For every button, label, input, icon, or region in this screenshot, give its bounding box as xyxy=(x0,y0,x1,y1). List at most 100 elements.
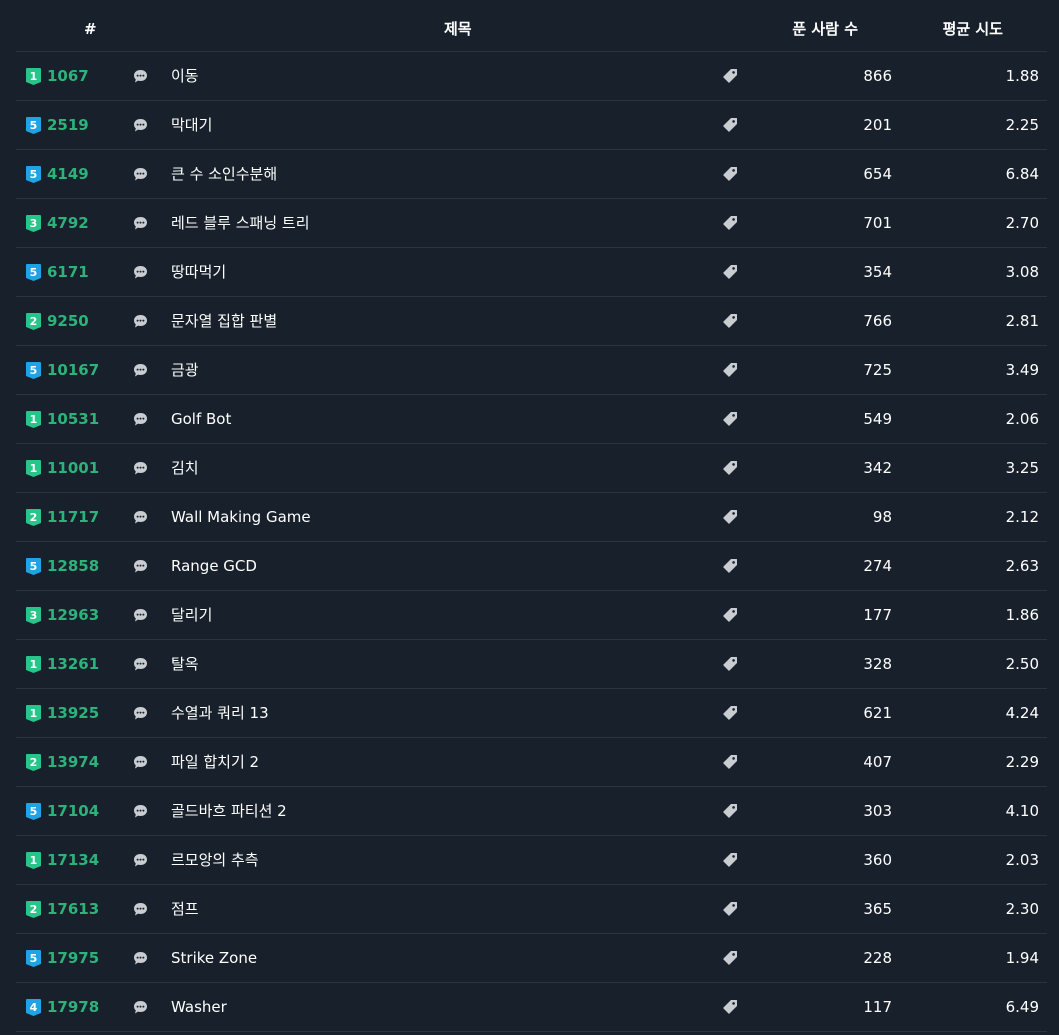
speech-bubble-icon[interactable] xyxy=(133,951,148,966)
solved-count-link[interactable]: 303 xyxy=(863,801,892,821)
problem-id-link[interactable]: 12963 xyxy=(47,605,99,625)
speech-bubble-icon[interactable] xyxy=(133,118,148,133)
solved-count-link[interactable]: 274 xyxy=(863,556,892,576)
tag-icon[interactable] xyxy=(722,313,738,329)
solved-count-link[interactable]: 725 xyxy=(863,360,892,380)
problem-title-link[interactable]: Range GCD xyxy=(171,556,257,576)
solved-count-link[interactable]: 621 xyxy=(863,703,892,723)
tag-icon[interactable] xyxy=(722,411,738,427)
header-solved-count[interactable]: 푼 사람 수 xyxy=(792,19,858,39)
tag-icon[interactable] xyxy=(722,117,738,133)
problem-id-link[interactable]: 17975 xyxy=(47,948,99,968)
solved-count-link[interactable]: 201 xyxy=(863,115,892,135)
problem-id-link[interactable]: 13261 xyxy=(47,654,99,674)
speech-bubble-icon[interactable] xyxy=(133,510,148,525)
tag-icon[interactable] xyxy=(722,460,738,476)
solved-count-link[interactable]: 117 xyxy=(863,997,892,1017)
problem-title-link[interactable]: 골드바흐 파티션 2 xyxy=(171,801,287,821)
speech-bubble-icon[interactable] xyxy=(133,657,148,672)
solved-count-link[interactable]: 177 xyxy=(863,605,892,625)
problem-id-link[interactable]: 4149 xyxy=(47,164,89,184)
speech-bubble-icon[interactable] xyxy=(133,412,148,427)
problem-title-link[interactable]: 큰 수 소인수분해 xyxy=(171,164,277,184)
tag-icon[interactable] xyxy=(722,950,738,966)
problem-title-link[interactable]: Wall Making Game xyxy=(171,507,311,527)
header-number[interactable]: # xyxy=(84,19,97,39)
problem-title-link[interactable]: 파일 합치기 2 xyxy=(171,752,259,772)
tag-icon[interactable] xyxy=(722,656,738,672)
problem-id-link[interactable]: 10531 xyxy=(47,409,99,429)
solved-count-link[interactable]: 98 xyxy=(873,507,892,527)
problem-id-link[interactable]: 17613 xyxy=(47,899,99,919)
solved-count-link[interactable]: 701 xyxy=(863,213,892,233)
header-title[interactable]: 제목 xyxy=(444,19,472,39)
tag-icon[interactable] xyxy=(722,166,738,182)
problem-title-link[interactable]: 막대기 xyxy=(171,115,212,135)
solved-count-link[interactable]: 766 xyxy=(863,311,892,331)
speech-bubble-icon[interactable] xyxy=(133,706,148,721)
speech-bubble-icon[interactable] xyxy=(133,853,148,868)
tag-icon[interactable] xyxy=(722,852,738,868)
solved-count-link[interactable]: 365 xyxy=(863,899,892,919)
problem-title-link[interactable]: 문자열 집합 판별 xyxy=(171,311,277,331)
problem-id-link[interactable]: 17978 xyxy=(47,997,99,1017)
tag-icon[interactable] xyxy=(722,362,738,378)
problem-title-link[interactable]: Strike Zone xyxy=(171,948,257,968)
solved-count-link[interactable]: 654 xyxy=(863,164,892,184)
problem-id-link[interactable]: 13925 xyxy=(47,703,99,723)
tag-icon[interactable] xyxy=(722,607,738,623)
problem-id-link[interactable]: 13974 xyxy=(47,752,99,772)
speech-bubble-icon[interactable] xyxy=(133,69,148,84)
tag-icon[interactable] xyxy=(722,901,738,917)
solved-count-link[interactable]: 549 xyxy=(863,409,892,429)
speech-bubble-icon[interactable] xyxy=(133,804,148,819)
speech-bubble-icon[interactable] xyxy=(133,363,148,378)
problem-id-link[interactable]: 11717 xyxy=(47,507,99,527)
solved-count-link[interactable]: 360 xyxy=(863,850,892,870)
tag-icon[interactable] xyxy=(722,705,738,721)
speech-bubble-icon[interactable] xyxy=(133,265,148,280)
problem-id-link[interactable]: 9250 xyxy=(47,311,89,331)
speech-bubble-icon[interactable] xyxy=(133,559,148,574)
tag-icon[interactable] xyxy=(722,999,738,1015)
speech-bubble-icon[interactable] xyxy=(133,608,148,623)
problem-id-link[interactable]: 12858 xyxy=(47,556,99,576)
speech-bubble-icon[interactable] xyxy=(133,755,148,770)
problem-title-link[interactable]: 탈옥 xyxy=(171,654,199,674)
tag-icon[interactable] xyxy=(722,68,738,84)
problem-title-link[interactable]: Golf Bot xyxy=(171,409,231,429)
tag-icon[interactable] xyxy=(722,754,738,770)
tag-icon[interactable] xyxy=(722,215,738,231)
problem-id-link[interactable]: 6171 xyxy=(47,262,89,282)
solved-count-link[interactable]: 866 xyxy=(863,66,892,86)
problem-title-link[interactable]: 르모앙의 추측 xyxy=(171,850,259,870)
tag-icon[interactable] xyxy=(722,558,738,574)
problem-id-link[interactable]: 17104 xyxy=(47,801,99,821)
problem-title-link[interactable]: 달리기 xyxy=(171,605,212,625)
problem-id-link[interactable]: 10167 xyxy=(47,360,99,380)
speech-bubble-icon[interactable] xyxy=(133,902,148,917)
problem-id-link[interactable]: 1067 xyxy=(47,66,89,86)
problem-id-link[interactable]: 11001 xyxy=(47,458,99,478)
solved-count-link[interactable]: 342 xyxy=(863,458,892,478)
tag-icon[interactable] xyxy=(722,803,738,819)
speech-bubble-icon[interactable] xyxy=(133,216,148,231)
speech-bubble-icon[interactable] xyxy=(133,314,148,329)
problem-id-link[interactable]: 2519 xyxy=(47,115,89,135)
speech-bubble-icon[interactable] xyxy=(133,167,148,182)
tag-icon[interactable] xyxy=(722,264,738,280)
problem-title-link[interactable]: 땅따먹기 xyxy=(171,262,226,282)
problem-title-link[interactable]: 금광 xyxy=(171,360,199,380)
speech-bubble-icon[interactable] xyxy=(133,461,148,476)
problem-id-link[interactable]: 4792 xyxy=(47,213,89,233)
tag-icon[interactable] xyxy=(722,509,738,525)
problem-title-link[interactable]: Washer xyxy=(171,997,227,1017)
problem-title-link[interactable]: 이동 xyxy=(171,66,199,86)
solved-count-link[interactable]: 354 xyxy=(863,262,892,282)
problem-title-link[interactable]: 점프 xyxy=(171,899,199,919)
solved-count-link[interactable]: 328 xyxy=(863,654,892,674)
header-average-tries[interactable]: 평균 시도 xyxy=(943,19,1003,39)
problem-title-link[interactable]: 수열과 쿼리 13 xyxy=(171,703,269,723)
speech-bubble-icon[interactable] xyxy=(133,1000,148,1015)
problem-id-link[interactable]: 17134 xyxy=(47,850,99,870)
